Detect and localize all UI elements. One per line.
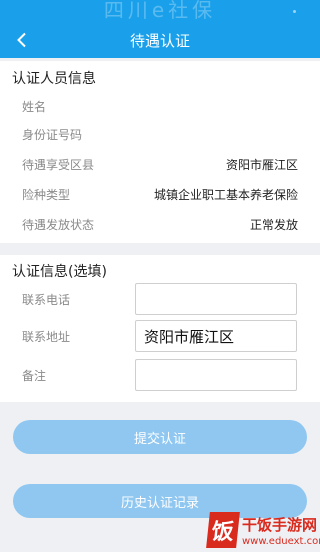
person-info-card: 认证人员信息 姓名 身份证号码 待遇享受区县 资阳市雁江区 险种类型 城镇企业职… [0,61,320,243]
info-value-district: 资阳市雁江区 [225,158,298,172]
info-row-id-number: 身份证号码 [0,123,320,145]
info-row-district: 待遇享受区县 资阳市雁江区 [0,153,320,175]
info-value-payment-status: 正常发放 [249,218,298,232]
submit-auth-button[interactable]: 提交认证 [13,420,307,454]
person-info-title: 认证人员信息 [12,71,96,87]
phone-input[interactable] [135,283,297,315]
info-label-insurance-type: 险种类型 [22,188,71,202]
address-label: 联系地址 [22,330,71,344]
info-row-payment-status: 待遇发放状态 正常发放 [0,213,320,235]
nav-bar: 待遇认证 [0,22,320,58]
watermark-url: www.eduext.com [242,536,320,547]
page-title: 待遇认证 [129,32,190,50]
info-label-id-number: 身份证号码 [22,128,83,142]
address-input[interactable] [135,320,297,352]
auth-info-card: 认证信息(选填) 联系电话 联系地址 备注 [0,255,320,402]
info-row-name: 姓名 [0,95,320,117]
info-label-name: 姓名 [22,100,47,114]
status-bar-ghost-title: 四川e社保 [103,0,217,22]
watermark-logo: 饭 [206,512,240,548]
auth-info-title: 认证信息(选填) [12,264,107,280]
note-label: 备注 [22,369,47,383]
site-watermark: 饭 干饭手游网 www.eduext.com [206,508,320,552]
phone-label: 联系电话 [22,293,71,307]
status-bar: 四川e社保 [0,0,320,22]
status-menu-dot-icon [293,10,296,13]
note-input[interactable] [135,359,297,391]
watermark-name: 干饭手游网 [242,516,318,534]
info-value-insurance-type: 城镇企业职工基本养老保险 [153,188,298,202]
info-label-payment-status: 待遇发放状态 [22,218,95,232]
info-label-district: 待遇享受区县 [22,158,95,172]
info-row-insurance-type: 险种类型 城镇企业职工基本养老保险 [0,183,320,205]
